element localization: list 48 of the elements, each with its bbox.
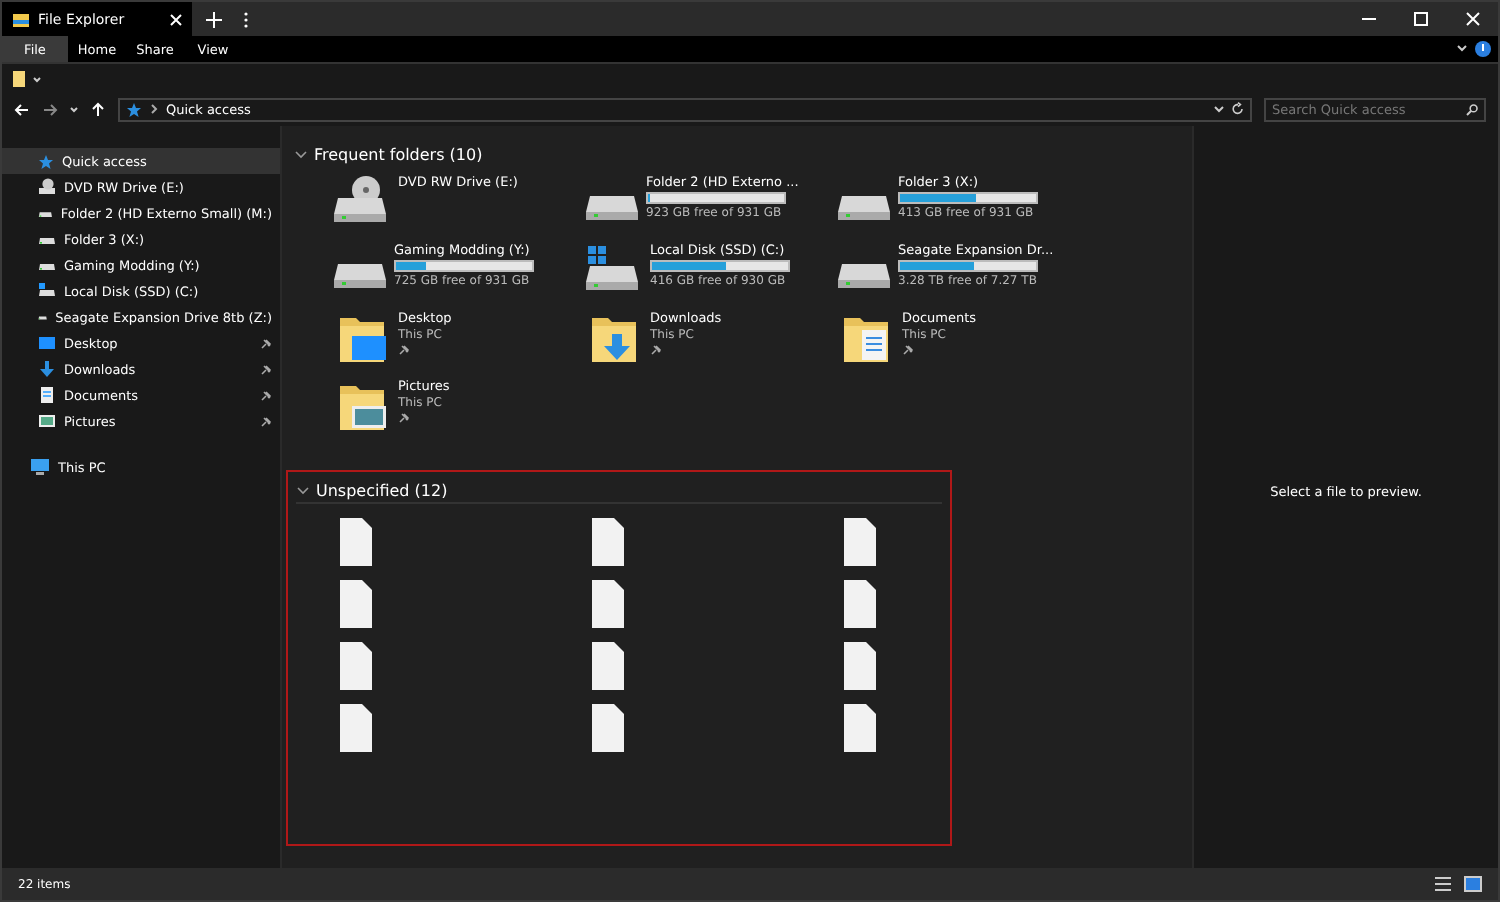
search-icon: [1466, 103, 1478, 115]
drive-icon: [334, 262, 386, 290]
tiles-view-icon[interactable]: [1464, 876, 1482, 892]
file-icon: [840, 640, 880, 692]
dropdown-icon[interactable]: [70, 105, 78, 113]
file-icon: [588, 516, 628, 568]
file-icon: [588, 640, 628, 692]
drive-icon: [586, 194, 638, 222]
download-icon: [38, 360, 56, 378]
file-icon: [336, 702, 376, 754]
close-icon: [1465, 12, 1479, 26]
file-icon: [588, 702, 628, 754]
desktop-icon: [38, 334, 56, 352]
picture-icon: [38, 412, 56, 430]
folder-icon: [12, 69, 26, 87]
chevron-icon[interactable]: [296, 484, 310, 498]
group-heading: Unspecified (12): [316, 482, 448, 500]
back-arrow-icon[interactable]: [14, 101, 30, 117]
file-icon: [840, 578, 880, 630]
dropdown-icon[interactable]: [1214, 104, 1224, 114]
details-view-icon[interactable]: [1434, 876, 1452, 892]
star-icon: [126, 101, 142, 117]
chevron-icon: [150, 104, 158, 114]
plus-icon: [206, 11, 222, 27]
file-icon: [336, 516, 376, 568]
dropdown-icon[interactable]: [32, 73, 42, 83]
close-icon[interactable]: [170, 13, 182, 25]
maximize-icon: [1413, 12, 1427, 26]
chevron-icon[interactable]: [294, 147, 308, 161]
document-icon: [38, 386, 56, 404]
drive-icon: [838, 262, 890, 290]
refresh-icon[interactable]: [1232, 102, 1244, 116]
drive-icon: [38, 282, 56, 300]
drive-icon: [838, 194, 890, 222]
computer-icon: [30, 458, 50, 476]
file-icon: [588, 578, 628, 630]
help-icon[interactable]: [1474, 36, 1492, 62]
minimize-icon: [1361, 18, 1375, 20]
folder-icon: [12, 11, 30, 27]
file-icon: [336, 640, 376, 692]
file-icon: [840, 516, 880, 568]
group-heading: Frequent folders (10): [314, 145, 483, 163]
disc-drive-icon: [38, 178, 56, 196]
file-icon: [840, 702, 880, 754]
up-arrow-icon[interactable]: [90, 101, 106, 117]
file-icon: [336, 578, 376, 630]
forward-arrow-icon[interactable]: [42, 101, 58, 117]
star-icon: [38, 153, 54, 169]
